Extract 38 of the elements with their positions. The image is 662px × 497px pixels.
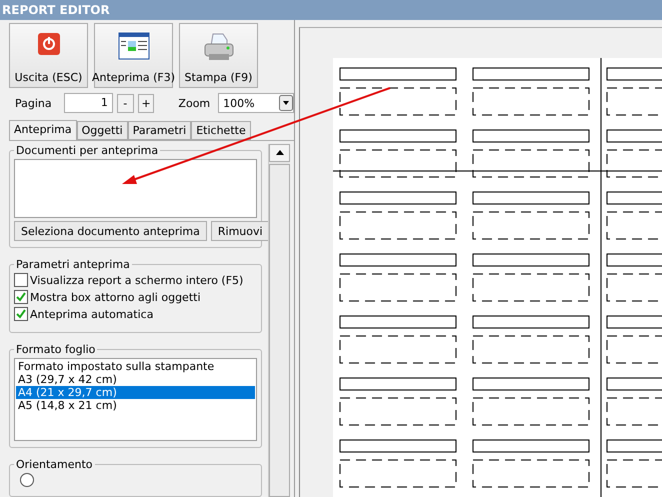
tab[interactable]: Etichette <box>191 121 251 140</box>
power-icon <box>36 32 60 56</box>
checkbox-label: Anteprima automatica <box>30 308 154 320</box>
toolbar-button[interactable]: Uscita (ESC) <box>9 23 88 88</box>
next-page-button[interactable]: + <box>138 94 154 112</box>
printer-icon <box>202 32 234 62</box>
toolbar-button[interactable]: Stampa (F9) <box>179 23 258 88</box>
documents-list[interactable] <box>14 159 257 218</box>
document-button[interactable]: Rimuovi <box>210 221 270 241</box>
checkbox[interactable] <box>14 273 28 287</box>
group-title: Parametri anteprima <box>15 258 131 271</box>
page-label: Pagina <box>15 96 52 110</box>
tab[interactable]: Anteprima <box>9 120 77 140</box>
scrollbar-thumb[interactable] <box>269 164 290 497</box>
checkbox-label: Mostra box attorno agli oggetti <box>30 290 201 304</box>
checkbox[interactable] <box>14 290 28 304</box>
tab[interactable]: Oggetti <box>76 121 128 140</box>
list-item[interactable]: A5 (14,8 x 21 cm) <box>16 399 255 412</box>
zoom-label: Zoom <box>178 96 210 110</box>
previous-page-button[interactable]: - <box>116 94 134 112</box>
list-item[interactable]: A3 (29,7 x 42 cm) <box>16 373 255 386</box>
checkbox[interactable] <box>14 307 28 321</box>
group-title: Formato foglio <box>15 343 96 356</box>
scroll-up-button[interactable] <box>269 144 290 162</box>
group-title: Documenti per anteprima <box>15 144 160 157</box>
list-item[interactable]: A4 (21 x 29,7 cm) <box>16 386 255 399</box>
list-item[interactable]: Formato impostato sulla stampante <box>16 360 255 373</box>
toolbar-button[interactable]: Anteprima (F3) <box>94 23 173 88</box>
window-title: REPORT EDITOR <box>0 0 662 20</box>
window-preview-icon <box>118 32 150 60</box>
document-button[interactable]: Seleziona documento anteprima <box>14 221 207 241</box>
checkbox-label: Visualizza report a schermo intero (F5) <box>30 274 244 286</box>
group-title: Orientamento <box>15 458 94 471</box>
up-arrow-icon <box>276 150 284 156</box>
zoom-dropdown[interactable]: 100% <box>218 93 294 113</box>
page-field[interactable]: 1 <box>64 93 113 113</box>
tab[interactable]: Parametri <box>128 121 192 140</box>
radio-button[interactable] <box>20 473 34 487</box>
